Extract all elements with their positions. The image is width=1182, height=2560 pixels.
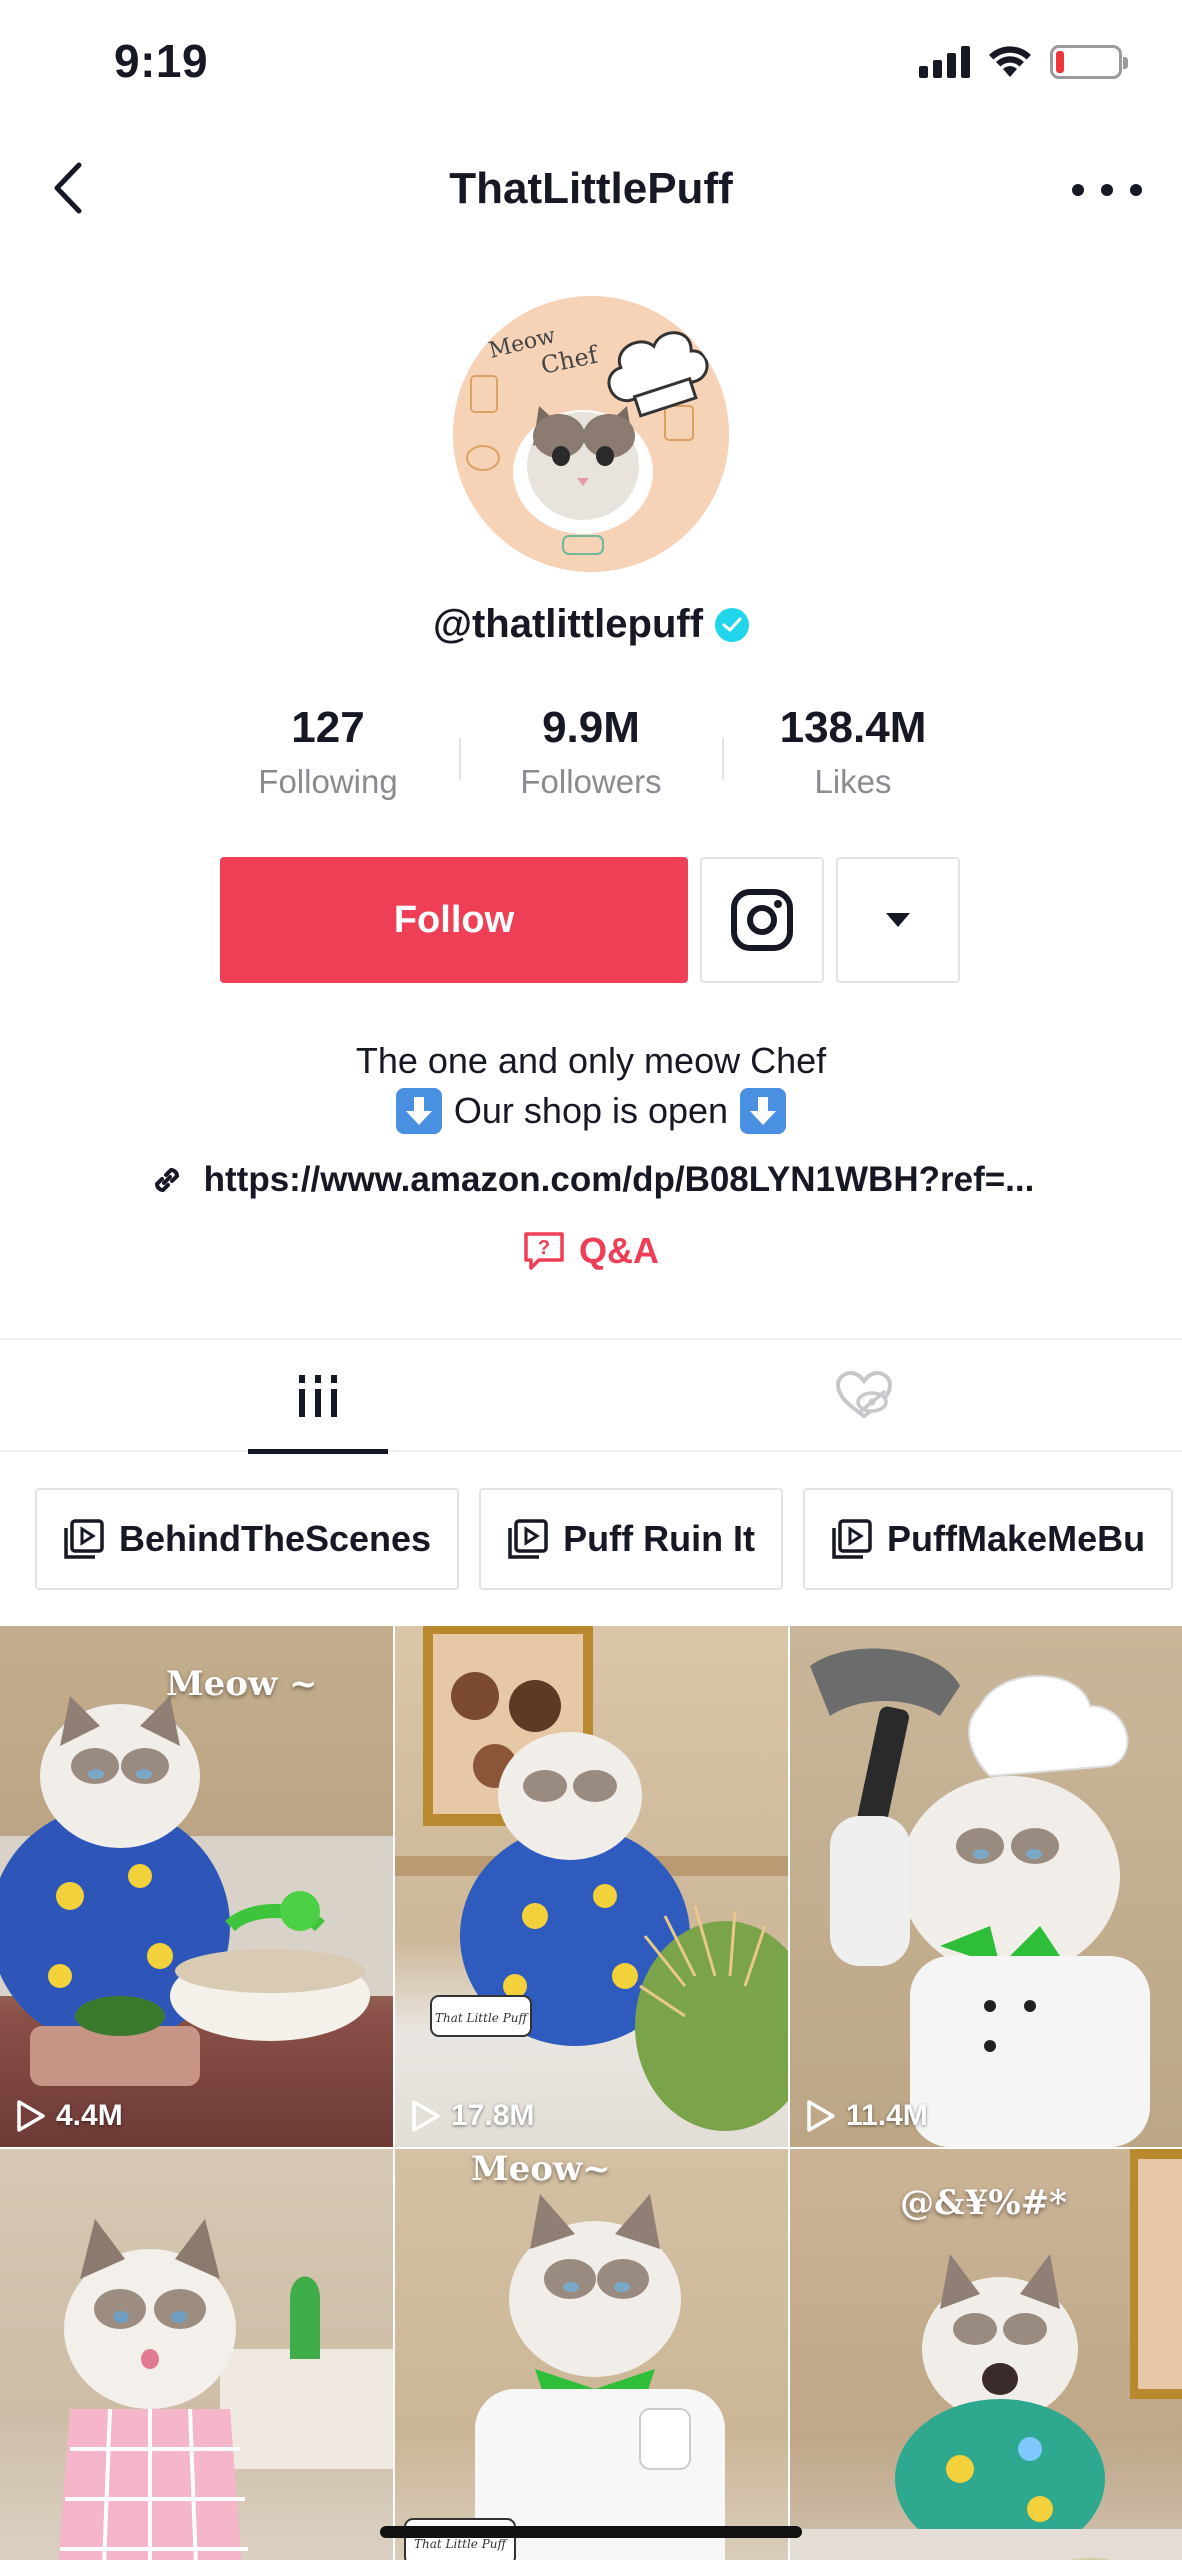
stat-value: 127 <box>291 703 365 752</box>
question-bubble-icon: ? <box>524 1232 564 1270</box>
stat-value: 138.4M <box>779 703 927 752</box>
avatar[interactable]: Meow Chef <box>453 296 729 572</box>
tab-liked[interactable] <box>794 1340 934 1452</box>
stat-label: Followers <box>520 763 662 800</box>
stat-following[interactable]: 127 Following <box>197 700 459 806</box>
battery-level <box>1056 51 1064 73</box>
caret-down-icon <box>886 913 910 927</box>
playlist-icon <box>508 1519 548 1559</box>
liked-hidden-icon <box>835 1370 893 1419</box>
stat-value: 9.9M <box>542 703 640 752</box>
bio-link-text: https://www.amazon.com/dp/B08LYN1WBH?ref… <box>203 1160 1035 1199</box>
battery-icon <box>1050 45 1128 79</box>
view-count: 17.8M <box>411 2099 534 2133</box>
instagram-button[interactable] <box>700 857 824 983</box>
playlist-icon <box>64 1519 104 1559</box>
tab-videos[interactable] <box>248 1340 388 1454</box>
video-thumbnail[interactable] <box>0 2149 393 2560</box>
verified-badge-icon <box>715 607 750 642</box>
video-preview-image <box>58 2219 393 2560</box>
status-icons <box>919 40 1128 84</box>
active-tab-indicator <box>248 1449 388 1454</box>
more-options-button[interactable] <box>1072 170 1142 210</box>
video-caption: @&¥%#* <box>900 2183 1067 2223</box>
playlist-label: Puff Ruin It <box>563 1518 756 1559</box>
svg-text:That Little Puff: That Little Puff <box>435 2011 530 2025</box>
wifi-icon <box>989 46 1031 77</box>
link-icon <box>154 1167 179 1193</box>
playlist-row: BehindTheScenes Puff Ruin It PuffMakeMeB… <box>35 1488 1182 1592</box>
suggested-accounts-dropdown[interactable] <box>836 857 960 983</box>
cellular-signal-icon <box>919 46 970 78</box>
stat-likes[interactable]: 138.4M Likes <box>722 700 984 806</box>
instagram-icon <box>731 889 793 951</box>
video-caption: Meow~ <box>471 2149 611 2189</box>
view-count: 11.4M <box>806 2099 928 2133</box>
playlist-label: BehindTheScenes <box>119 1518 432 1559</box>
qa-label: Q&A <box>579 1230 659 1271</box>
play-icon <box>412 2100 440 2132</box>
profile-handle-row: @thatlittlepuff <box>0 602 1182 647</box>
stat-label: Following <box>258 763 398 800</box>
view-count-text: 4.4M <box>56 2099 123 2132</box>
video-grid: Meow ~ 4.4M That Little Puff 17.8M 11.4M… <box>0 1626 1182 2560</box>
video-thumbnail[interactable]: 11.4M <box>790 1626 1182 2147</box>
bio-link[interactable]: https://www.amazon.com/dp/B08LYN1WBH?ref… <box>0 1160 1182 1200</box>
video-thumbnail[interactable]: Meow ~ 4.4M <box>0 1626 393 2147</box>
video-preview-image <box>0 1696 393 2086</box>
down-arrow-icon <box>395 1088 442 1134</box>
bio-line-2: Our shop is open <box>0 1086 1182 1136</box>
play-icon <box>17 2100 45 2132</box>
bio-line-1: The one and only meow Chef <box>355 1040 827 1081</box>
down-arrow-icon <box>740 1088 787 1134</box>
avatar-illustration: Meow Chef <box>453 296 729 572</box>
home-indicator[interactable] <box>380 2526 802 2538</box>
more-dots-icon <box>1072 184 1084 196</box>
page-title: ThatLittlePuff <box>449 164 733 213</box>
video-preview-image: That Little Puff <box>404 2194 725 2560</box>
video-thumbnail[interactable]: That Little Puff Meow~ <box>395 2149 788 2560</box>
grid-icon <box>299 1375 337 1417</box>
svg-text:That Little Puff: That Little Puff <box>414 2537 509 2551</box>
view-count-text: 17.8M <box>451 2099 535 2132</box>
play-icon <box>807 2100 835 2132</box>
video-preview-image <box>810 1648 1150 2147</box>
playlist-label: PuffMakeMeBu <box>887 1518 1146 1559</box>
status-bar: 9:19 <box>0 0 1182 130</box>
svg-text:?: ? <box>538 1237 550 1259</box>
bio-shop-text: Our shop is open <box>453 1090 729 1131</box>
stat-label: Likes <box>814 763 892 800</box>
follow-button[interactable]: Follow <box>220 857 688 983</box>
stat-followers[interactable]: 9.9M Followers <box>460 700 722 806</box>
status-time: 9:19 <box>114 35 209 87</box>
playlist-chip[interactable]: BehindTheScenes <box>35 1488 460 1590</box>
playlist-chip[interactable]: PuffMakeMeBu <box>803 1488 1174 1590</box>
view-count: 4.4M <box>16 2099 123 2133</box>
nav-header: ThatLittlePuff <box>0 140 1182 240</box>
profile-handle: @thatlittlepuff <box>432 602 704 646</box>
view-count-text: 11.4M <box>846 2099 928 2132</box>
qa-button[interactable]: ? Q&A <box>0 1230 1182 1272</box>
profile-tabs <box>0 1340 1182 1454</box>
playlist-chip[interactable]: Puff Ruin It <box>479 1488 784 1590</box>
video-caption: Meow ~ <box>166 1664 318 1704</box>
profile-stats: 127 Following 9.9M Followers 138.4M Like… <box>0 700 1182 810</box>
video-thumbnail[interactable]: That Little Puff @&¥%#* <box>790 2149 1182 2560</box>
playlist-icon <box>832 1519 872 1559</box>
profile-bio: The one and only meow Chef Our shop is o… <box>0 1036 1182 1136</box>
video-preview-image: That Little Puff <box>395 1626 788 2131</box>
video-thumbnail[interactable]: That Little Puff 17.8M <box>395 1626 788 2147</box>
